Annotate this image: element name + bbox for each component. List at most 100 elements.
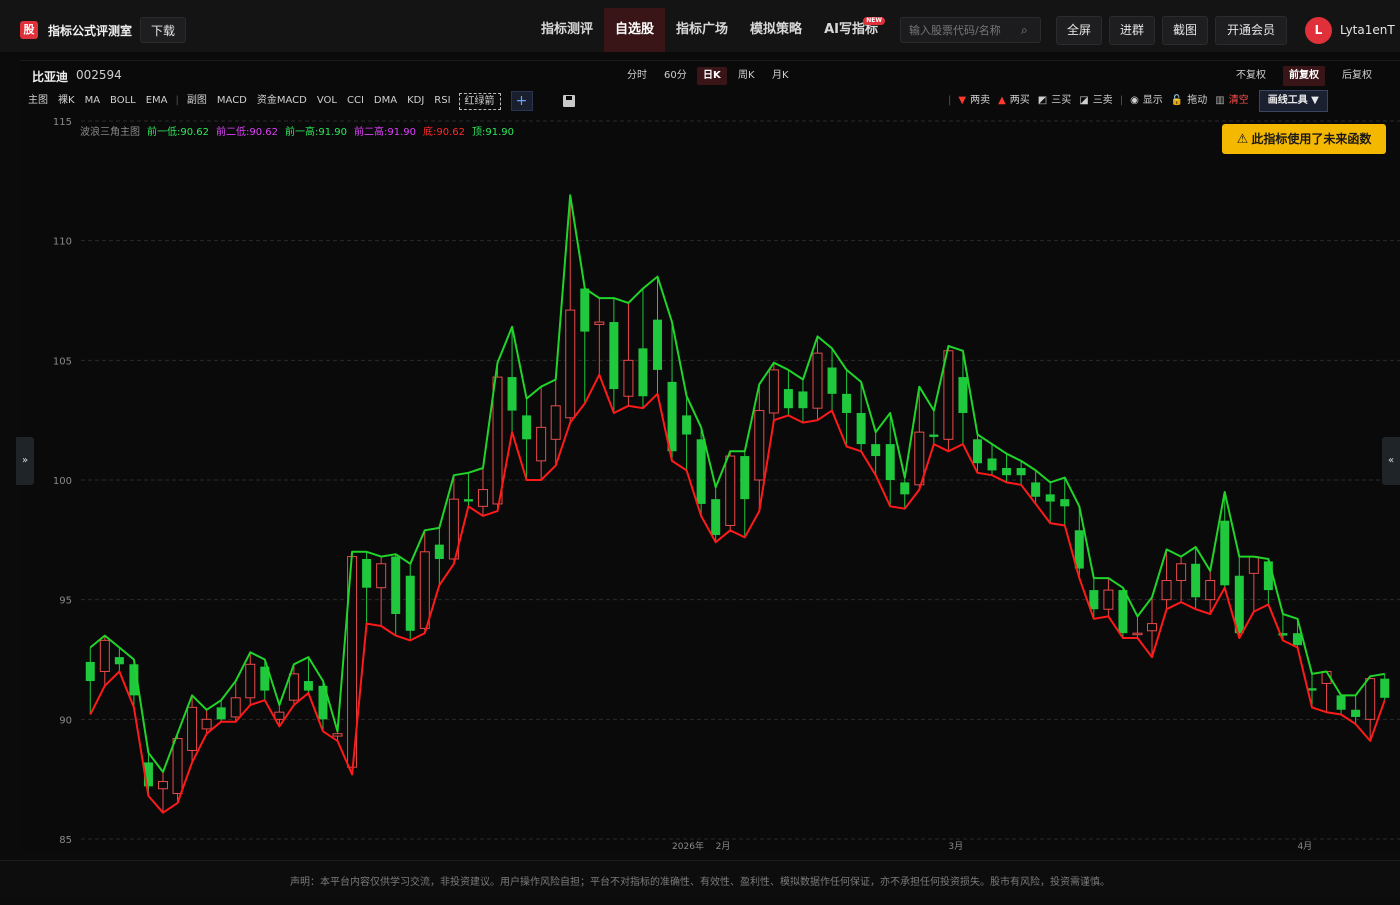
draw-tool-triple-sell[interactable]: ◪ 三卖 (1075, 91, 1116, 111)
join-group-button[interactable]: 进群 (1109, 16, 1155, 45)
candle-body (536, 426, 547, 462)
adjust-backward[interactable]: 后复权 (1336, 66, 1378, 86)
candle-body (419, 551, 430, 629)
app-title: 指标公式评测室 (48, 24, 133, 38)
nav-item-sim-strategy[interactable]: 模拟策略 (739, 8, 813, 52)
draw-tool-drag[interactable]: 🔓 拖动 (1167, 91, 1211, 111)
candle-body (303, 681, 313, 691)
candle-body (696, 439, 706, 504)
candle-body (405, 575, 415, 631)
candle-body (391, 556, 401, 615)
candle-body (725, 455, 736, 526)
candle-body (667, 381, 677, 452)
new-badge: NEW (863, 17, 885, 25)
download-button[interactable]: 下载 (140, 17, 187, 43)
candle-body (157, 781, 168, 790)
draw-tool-double-buy[interactable]: ▲ 两买 (994, 91, 1034, 111)
ind-kdj[interactable]: KDJ (402, 91, 429, 111)
candle-body (1074, 530, 1084, 569)
candle-body (332, 733, 343, 737)
future-function-warning[interactable]: ⚠ 此指标使用了未来函数 (1222, 124, 1386, 154)
ind-boll[interactable]: BOLL (105, 91, 141, 111)
expand-left-sidebar-button[interactable]: » (16, 437, 34, 485)
candle-body (754, 410, 765, 481)
ind-cci[interactable]: CCI (342, 91, 369, 111)
candlestick-chart[interactable]: 85 90 95 100 105 110 115 2026年 2月 3月 4月 (20, 113, 1400, 851)
vip-button[interactable]: 开通会员 (1215, 16, 1287, 45)
candle-body (507, 377, 517, 411)
candle-body (114, 657, 124, 665)
candle-body (929, 434, 939, 437)
expand-right-sidebar-button[interactable]: « (1382, 437, 1400, 485)
legend-bottom: 底:90.62 (423, 127, 465, 138)
draw-tool-clear[interactable]: ▥ 清空 (1211, 91, 1252, 111)
ind-naked-k[interactable]: 裸K (53, 91, 80, 111)
ind-macd[interactable]: MACD (212, 91, 252, 111)
draw-tool-double-sell[interactable]: ▼ 两卖 (954, 91, 994, 111)
candle-body (1045, 494, 1055, 502)
legend-prev-low-2: 前二低:90.62 (216, 127, 278, 138)
trash-icon: ▥ (1215, 95, 1225, 106)
ind-red-green-arrow[interactable]: 红绿箭 (458, 92, 501, 110)
username[interactable]: Lyta1enT (1340, 23, 1395, 37)
ind-rsi[interactable]: RSI (429, 91, 455, 111)
candle-body (972, 439, 982, 464)
nav-item-watchlist[interactable]: 自选股 (604, 8, 666, 52)
y-tick-label: 85 (59, 835, 72, 846)
period-60min[interactable]: 60分 (658, 67, 693, 85)
candle-body (362, 558, 372, 588)
candle-body (550, 405, 561, 440)
candle-body (1147, 623, 1158, 632)
draw-tools-menu-button[interactable]: 画线工具 ▼ (1258, 90, 1328, 112)
double-sell-icon: ▼ (958, 95, 967, 106)
nav-item-indicator-plaza[interactable]: 指标广场 (665, 8, 739, 52)
triple-buy-icon: ◩ (1037, 95, 1048, 106)
candle-body (434, 544, 444, 559)
ind-main-chart[interactable]: 主图 (20, 91, 53, 111)
period-weekly[interactable]: 周K (732, 67, 761, 85)
nav-item-ai-indicator[interactable]: AI写指标 NEW (813, 8, 889, 52)
period-intraday[interactable]: 分时 (621, 67, 653, 85)
main-nav: 指标测评 自选股 指标广场 模拟策略 AI写指标 NEW (530, 8, 889, 52)
candle-body (1060, 499, 1070, 507)
screenshot-button[interactable]: 截图 (1162, 16, 1208, 45)
adjust-forward[interactable]: 前复权 (1283, 66, 1325, 86)
toolbar-divider: | (175, 95, 179, 106)
stock-search-input[interactable] (900, 17, 1041, 43)
search-icon[interactable]: ⌕ (1021, 23, 1028, 38)
lock-icon: 🔓 (1170, 95, 1184, 106)
candle-body (856, 412, 866, 445)
ind-vol[interactable]: VOL (312, 91, 342, 111)
ind-ema[interactable]: EMA (141, 91, 173, 111)
ind-sub-chart[interactable]: 副图 (182, 91, 212, 111)
avatar[interactable]: L (1305, 17, 1332, 44)
candle-body (492, 376, 503, 505)
draw-tool-triple-buy[interactable]: ◩ 三买 (1034, 91, 1075, 111)
y-tick-label: 100 (53, 476, 72, 487)
fullscreen-button[interactable]: 全屏 (1056, 16, 1102, 45)
ind-fund-macd[interactable]: 资金MACD (252, 91, 312, 111)
candle-body (245, 663, 256, 699)
add-indicator-button[interactable]: + (510, 91, 533, 111)
candle-body (1380, 678, 1390, 698)
candle-body (638, 348, 648, 397)
adjust-none[interactable]: 不复权 (1230, 66, 1272, 86)
candle-body (230, 697, 241, 718)
lower-envelope-line (89, 373, 1386, 814)
top-bar: 股 指标公式评测室 下载 指标测评 自选股 指标广场 模拟策略 AI写指标 NEW… (0, 0, 1400, 52)
period-monthly[interactable]: 月K (766, 67, 795, 85)
ind-ma[interactable]: MA (80, 91, 105, 111)
draw-tool-show[interactable]: ◉ 显示 (1126, 91, 1167, 111)
nav-item-indicator-review[interactable]: 指标测评 (530, 8, 604, 52)
candle-body (565, 309, 576, 419)
candle-body (1351, 709, 1361, 717)
x-month-label: 3月 (948, 841, 963, 851)
candle-body (740, 456, 750, 500)
candle-body (288, 673, 299, 701)
save-icon[interactable] (562, 95, 575, 107)
double-buy-icon: ▲ (998, 95, 1006, 106)
period-daily[interactable]: 日K (697, 67, 727, 85)
legend-top: 顶:91.90 (472, 127, 514, 138)
stock-name: 比亚迪 (32, 70, 69, 84)
ind-dma[interactable]: DMA (369, 91, 402, 111)
